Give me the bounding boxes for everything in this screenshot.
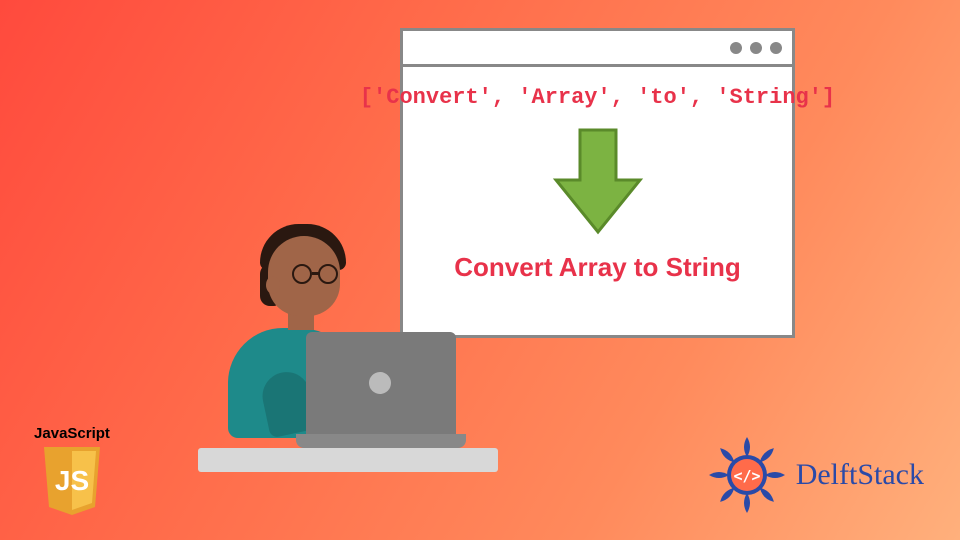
desk [198, 448, 498, 472]
glasses-lens [292, 264, 312, 284]
laptop-logo-icon [369, 372, 391, 394]
browser-header [403, 31, 792, 67]
javascript-badge: JavaScript JS [28, 425, 116, 522]
down-arrow-icon [550, 126, 646, 238]
window-control-dot [730, 42, 742, 54]
svg-text:JS: JS [55, 465, 89, 496]
person-ear [266, 276, 280, 294]
dharma-wheel-icon: </> [706, 434, 788, 516]
laptop-base [296, 434, 466, 448]
person-glasses [292, 264, 342, 284]
js-shield-icon: JS [40, 445, 104, 517]
window-control-dot [770, 42, 782, 54]
svg-text:</>: </> [733, 467, 760, 485]
glasses-lens [318, 264, 338, 284]
person-illustration [218, 212, 478, 472]
delftstack-brand: </> DelftStack [706, 434, 924, 516]
array-literal-text: ['Convert', 'Array', 'to', 'String'] [360, 85, 835, 110]
result-string-text: Convert Array to String [454, 252, 741, 283]
window-control-dot [750, 42, 762, 54]
glasses-bridge [312, 272, 320, 275]
javascript-label: JavaScript [28, 425, 116, 442]
delftstack-name: DelftStack [796, 458, 924, 492]
